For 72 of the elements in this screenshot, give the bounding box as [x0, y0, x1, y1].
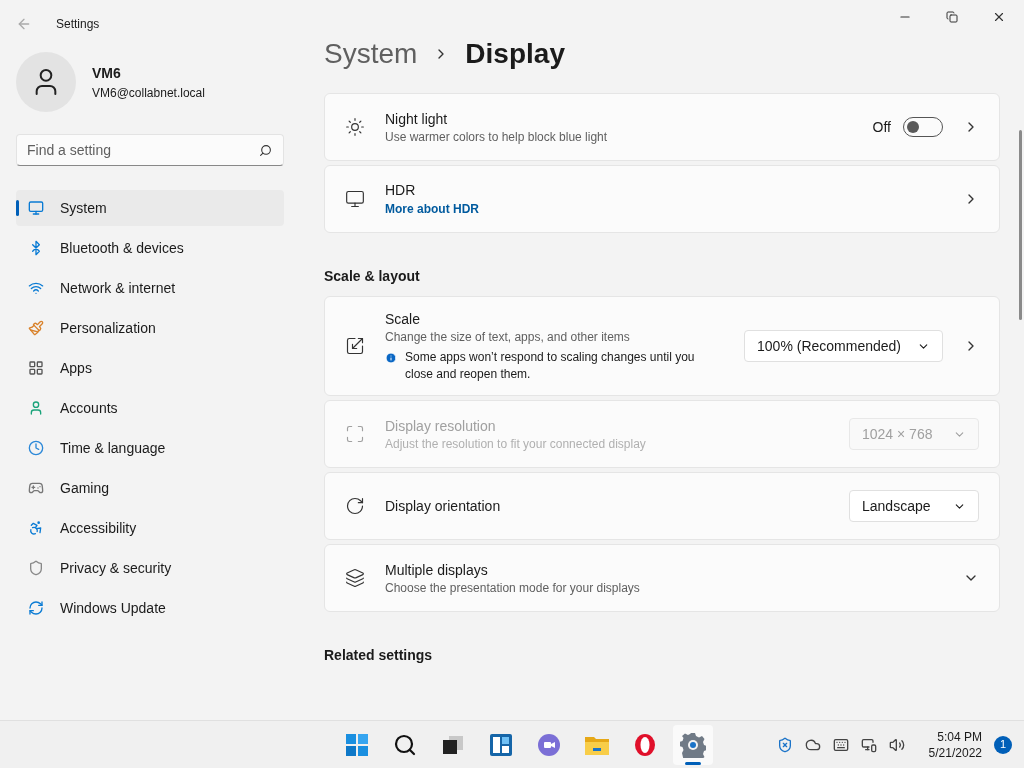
dropdown[interactable]: Landscape	[849, 490, 979, 522]
setting-card[interactable]: Scale Change the size of text, apps, and other items Some apps won’t respond to scaling changes until you close and reopen them. 100% (Recommended)	[324, 296, 1000, 396]
browser-icon[interactable]	[633, 732, 657, 757]
refresh-icon	[28, 600, 44, 616]
restore-icon[interactable]	[946, 11, 958, 23]
nav-item[interactable]: Privacy & security	[16, 550, 284, 586]
nav-item[interactable]: Accessibility	[16, 510, 284, 546]
setting-card[interactable]: Night light Use warmer colors to help block blue light Off	[324, 93, 1000, 161]
person-icon	[28, 400, 44, 416]
window-title: Settings	[56, 16, 100, 33]
setting-card[interactable]: HDR More about HDR	[324, 165, 1000, 233]
volume-icon[interactable]	[888, 736, 905, 753]
setting-title: HDR	[385, 181, 417, 200]
nav-item[interactable]: System	[16, 190, 284, 226]
keyboard-icon[interactable]	[832, 736, 849, 753]
toggle-state: Off	[872, 117, 891, 137]
nav-item[interactable]: Windows Update	[16, 590, 284, 626]
monitor-icon	[28, 200, 44, 216]
accessibility-icon	[28, 520, 44, 536]
taskbar-app[interactable]	[673, 724, 713, 765]
scale-note: Some apps won’t respond to scaling changes until you close and reopen them.	[405, 349, 696, 383]
setting-description: Adjust the resolution to fit your connected display	[385, 436, 647, 452]
nav-item[interactable]: Gaming	[16, 470, 284, 506]
setting-title: Display orientation	[385, 497, 502, 516]
nav-item[interactable]: Apps	[16, 350, 284, 386]
nav-item[interactable]: Network & internet	[16, 270, 284, 306]
setting-card[interactable]: Display orientation Landscape	[324, 472, 1000, 540]
start-icon[interactable]	[345, 732, 369, 757]
network-icon[interactable]	[860, 736, 877, 753]
chat-icon[interactable]	[537, 732, 561, 757]
user-name: VM6	[92, 63, 122, 83]
widgets-icon[interactable]	[489, 732, 513, 757]
setting-description: Use warmer colors to help block blue light	[385, 129, 609, 145]
resolution-icon	[345, 424, 365, 444]
section-heading: Related settings	[324, 646, 434, 665]
search-field[interactable]: Find a setting	[16, 134, 284, 166]
user-email: VM6@collabnet.local	[92, 84, 205, 102]
setting-title: Multiple displays	[385, 561, 489, 580]
wifi-icon	[28, 280, 44, 296]
scale-icon	[345, 336, 365, 356]
dropdown[interactable]: 100% (Recommended)	[744, 330, 943, 362]
page-title: Display	[465, 37, 565, 71]
clock-icon	[28, 440, 44, 456]
clock[interactable]: 5:04 PM 5/21/2022	[928, 728, 982, 761]
brightness-icon	[345, 117, 365, 137]
setting-title: Night light	[385, 110, 449, 129]
search-icon[interactable]	[393, 732, 417, 757]
shield-icon	[28, 560, 44, 576]
task-view-icon[interactable]	[441, 733, 465, 756]
info-icon	[385, 352, 397, 364]
nav-item[interactable]: Accounts	[16, 390, 284, 426]
paintbrush-icon	[28, 320, 44, 336]
nav-item[interactable]: Bluetooth & devices	[16, 230, 284, 266]
setting-title: Display resolution	[385, 417, 497, 436]
breadcrumb-parent[interactable]: System	[324, 33, 418, 75]
learn-more-link[interactable]: More about HDR	[385, 200, 943, 218]
nav-item[interactable]: Personalization	[16, 310, 284, 346]
setting-title: Scale	[385, 310, 422, 329]
notification-badge[interactable]: 1	[994, 735, 1012, 754]
close-icon[interactable]	[992, 10, 1006, 24]
setting-description: Change the size of text, apps, and other items	[385, 329, 631, 345]
scrollbar[interactable]	[1019, 130, 1022, 320]
setting-description: Choose the presentation mode for your displays	[385, 580, 641, 596]
nav-item[interactable]: Time & language	[16, 430, 284, 466]
apps-grid-icon	[28, 360, 44, 376]
gear-icon[interactable]	[680, 731, 706, 758]
orientation-icon	[345, 496, 365, 516]
shield-warning-icon[interactable]	[776, 736, 793, 753]
search-icon	[259, 144, 272, 157]
gamepad-icon	[28, 480, 44, 496]
setting-card[interactable]: Multiple displays Choose the presentation mode for your displays	[324, 544, 1000, 612]
section-heading: Scale & layout	[324, 267, 421, 286]
